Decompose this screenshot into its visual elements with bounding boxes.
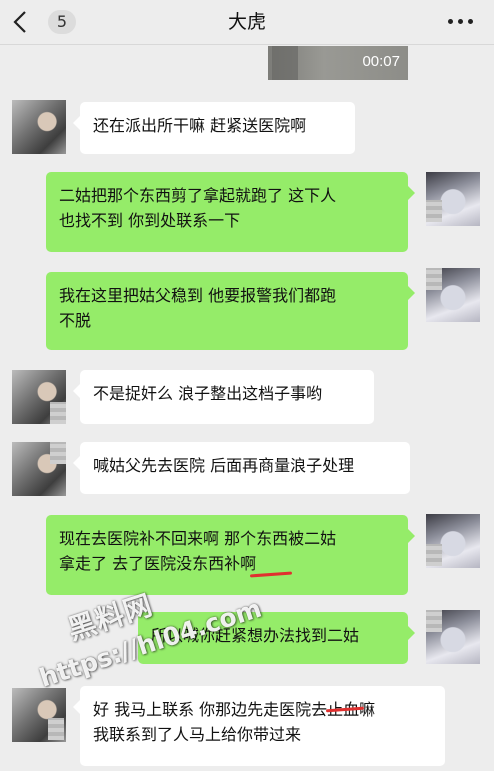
avatar-mosaic (50, 442, 66, 464)
self-avatar[interactable] (426, 172, 480, 226)
avatar-mosaic (48, 718, 64, 740)
more-options-button[interactable] (448, 14, 474, 30)
avatar-mosaic (426, 268, 442, 290)
message-bubble-sent[interactable]: 二姑把那个东西剪了拿起就跑了 这下人 也找不到 你到处联系一下 (46, 172, 415, 252)
message-bubble-received[interactable]: 好 我马上联系 你那边先走医院去止血嘛 我联系到了人马上给你带过来 (73, 686, 445, 766)
avatar-mosaic (426, 200, 442, 222)
message-bubble-received[interactable]: 还在派出所干嘛 赶紧送医院啊 (73, 102, 355, 154)
avatar-mosaic (426, 544, 442, 566)
self-avatar[interactable] (426, 268, 480, 322)
video-duration: 00:07 (362, 53, 400, 70)
message-bubble-received[interactable]: 喊姑父先去医院 后面再商量浪子处理 (73, 442, 410, 494)
self-avatar[interactable] (426, 610, 480, 664)
avatar-mosaic (426, 610, 442, 632)
message-bubble-received[interactable]: 不是捉奸么 浪子整出这档子事哟 (73, 370, 374, 424)
contact-avatar[interactable] (12, 100, 66, 154)
message-bubble-sent[interactable]: 我在这里把姑父稳到 他要报警我们都跑 不脱 (46, 272, 415, 350)
more-dots-icon (448, 19, 453, 24)
chat-title: 大虎 (227, 11, 266, 33)
video-message[interactable]: 00:07 (268, 46, 408, 80)
chat-header: 5 大虎 (0, 0, 494, 45)
video-thumbnail-image (272, 46, 298, 80)
contact-avatar[interactable] (12, 442, 66, 496)
self-avatar[interactable] (426, 514, 480, 568)
avatar-mosaic (50, 402, 66, 424)
contact-avatar[interactable] (12, 370, 66, 424)
